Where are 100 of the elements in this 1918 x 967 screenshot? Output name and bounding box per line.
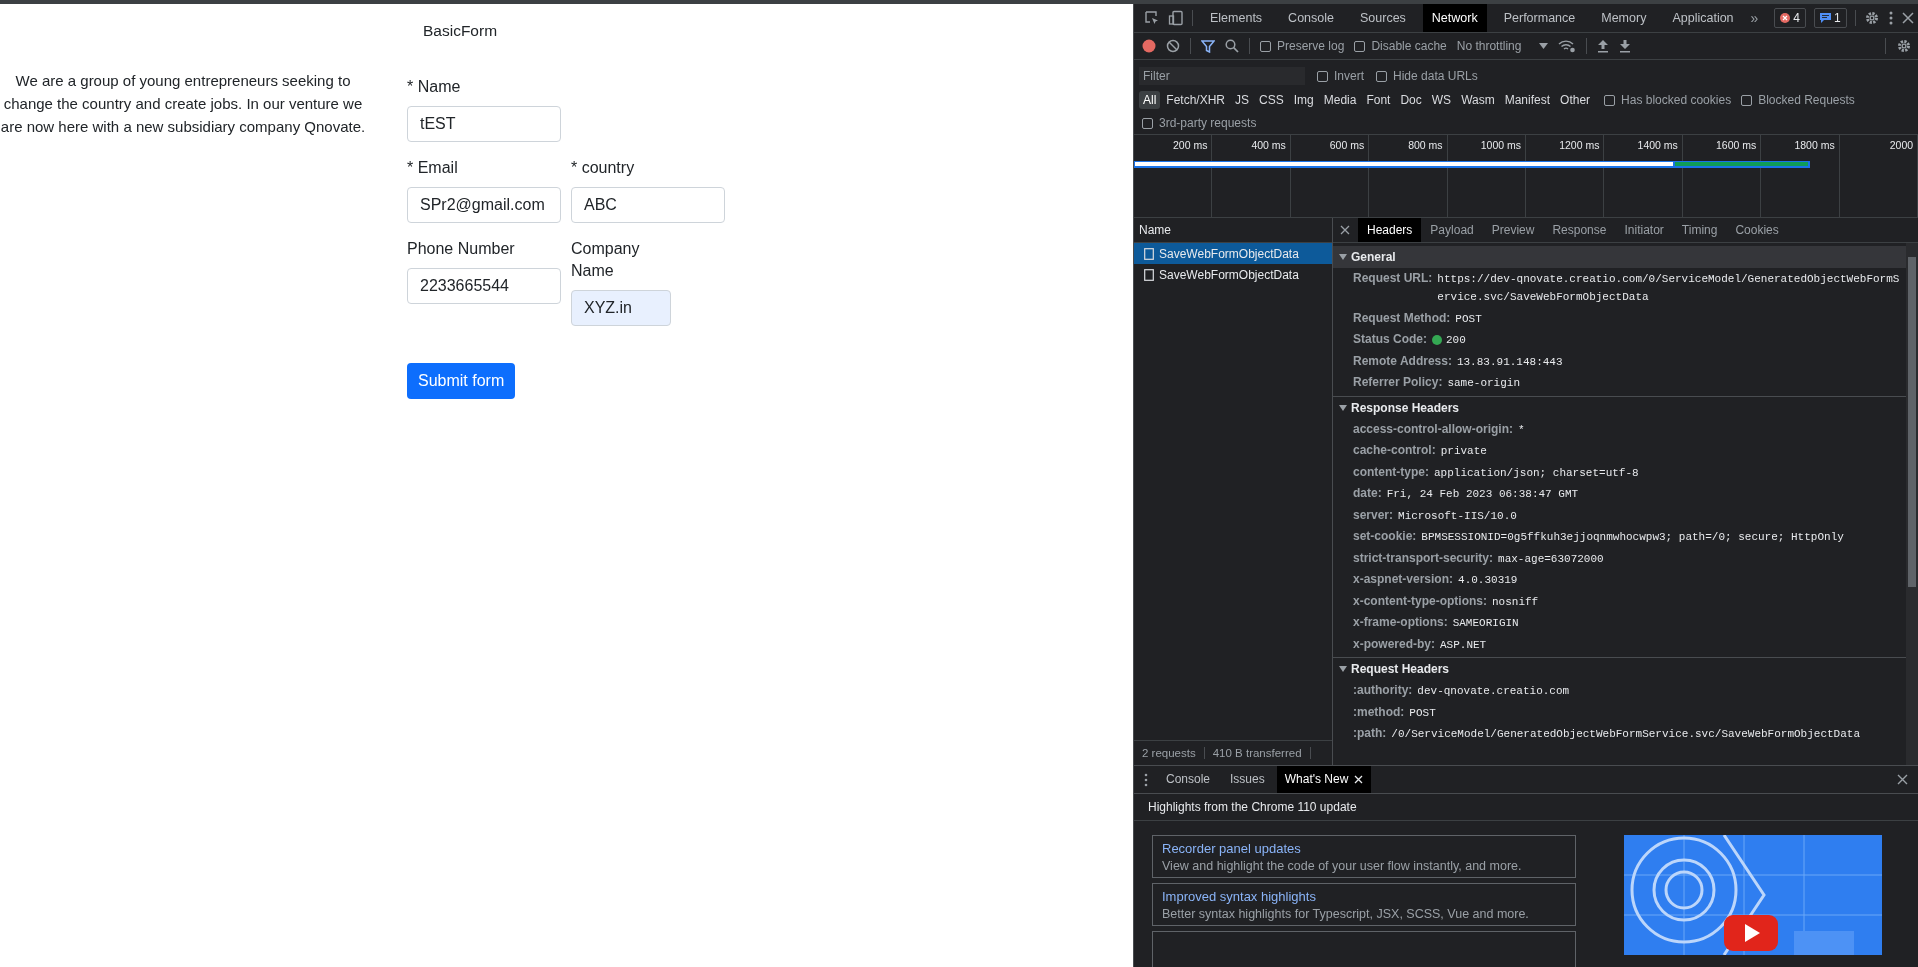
type-filter-button[interactable]: Img bbox=[1289, 91, 1318, 109]
header-name: Referrer Policy: bbox=[1353, 374, 1443, 391]
card-title[interactable]: Recorder panel updates bbox=[1162, 841, 1301, 856]
checkbox-option[interactable]: 3rd-party requests bbox=[1142, 116, 1257, 130]
type-filter-button[interactable]: Fetch/XHR bbox=[1162, 91, 1230, 109]
close-icon[interactable] bbox=[1897, 774, 1908, 785]
panel-tab[interactable]: Memory bbox=[1592, 4, 1656, 32]
header-value: dev-qnovate.creatio.com bbox=[1417, 684, 1570, 699]
message-badge[interactable]: 1 bbox=[1814, 8, 1847, 28]
drawer-tab[interactable]: Issues bbox=[1222, 766, 1273, 793]
document-icon bbox=[1144, 268, 1154, 281]
feature-card[interactable]: Recorder panel updates View and highlight the code of your user flow instantly, and more. bbox=[1152, 835, 1576, 878]
type-filter-button[interactable]: All bbox=[1139, 91, 1161, 109]
drawer-tab[interactable]: What's New bbox=[1276, 766, 1372, 793]
search-icon[interactable] bbox=[1225, 39, 1239, 53]
filter-field[interactable]: Filter bbox=[1139, 67, 1305, 85]
detail-tab[interactable]: Cookies bbox=[1726, 218, 1788, 242]
type-filter-button[interactable]: Media bbox=[1319, 91, 1361, 109]
submit-button[interactable]: Submit form bbox=[407, 363, 516, 399]
checkbox-option[interactable]: Blocked Requests bbox=[1741, 93, 1855, 107]
section-header[interactable]: General bbox=[1333, 246, 1906, 268]
detail-tab[interactable]: Timing bbox=[1672, 218, 1727, 242]
close-icon[interactable] bbox=[1901, 12, 1914, 24]
inspect-icon[interactable] bbox=[1144, 10, 1160, 26]
input-field[interactable]: tEST bbox=[407, 106, 561, 142]
input-field[interactable]: SPr2@gmail.com bbox=[407, 187, 561, 223]
input-field[interactable]: XYZ.in bbox=[571, 290, 671, 326]
detail-tab[interactable]: Initiator bbox=[1615, 218, 1673, 242]
request-row[interactable]: SaveWebFormObjectData bbox=[1134, 243, 1332, 264]
header-value: /0/ServiceModel/GeneratedObjectWebFormService.svc/SaveWebFormObjectData bbox=[1391, 727, 1860, 742]
checkbox-option[interactable]: Invert bbox=[1317, 69, 1364, 83]
input-field[interactable]: 2233665544 bbox=[407, 268, 561, 304]
panel-tab[interactable]: Network bbox=[1422, 4, 1487, 32]
close-icon[interactable] bbox=[1340, 225, 1350, 235]
header-name: x-frame-options: bbox=[1353, 614, 1448, 631]
timeline-tick-label: 1800 ms bbox=[1794, 139, 1835, 151]
type-filter-button[interactable]: WS bbox=[1427, 91, 1456, 109]
input-field[interactable]: ABC bbox=[571, 187, 725, 223]
header-name: :path: bbox=[1353, 725, 1387, 742]
scrollbar[interactable] bbox=[1906, 243, 1918, 765]
type-filter-button[interactable]: Font bbox=[1362, 91, 1395, 109]
timeline-tick-label: 1200 ms bbox=[1559, 139, 1600, 151]
header-value: * bbox=[1518, 422, 1525, 438]
type-filter-button[interactable]: JS bbox=[1231, 91, 1254, 109]
kebab-menu-icon[interactable] bbox=[1144, 772, 1148, 787]
header-value: BPMSESSIONID=0g5ffkuh3ejjoqnmwhocwpw3; path=/0; secure; HttpOnly bbox=[1421, 530, 1844, 545]
timeline-tick-label: 200 ms bbox=[1172, 139, 1208, 151]
field-label: Phone Number bbox=[407, 239, 516, 259]
filter-icon[interactable] bbox=[1201, 39, 1215, 53]
detail-tab[interactable]: Payload bbox=[1421, 218, 1483, 242]
detail-tab[interactable]: Response bbox=[1543, 218, 1616, 242]
more-tabs[interactable]: » bbox=[1750, 10, 1759, 26]
panel-tab[interactable]: Elements bbox=[1201, 4, 1272, 32]
settings-icon[interactable] bbox=[1863, 10, 1880, 26]
checkbox-option[interactable]: Preserve log bbox=[1260, 39, 1345, 53]
header-value: 4.0.30319 bbox=[1458, 573, 1518, 588]
header-value: same-origin bbox=[1447, 376, 1520, 391]
caret-icon[interactable] bbox=[1339, 253, 1347, 261]
panel-tab[interactable]: Application bbox=[1663, 4, 1743, 32]
throttling-dropdown[interactable]: No throttling bbox=[1456, 39, 1549, 53]
panel-tab[interactable]: Sources bbox=[1351, 4, 1415, 32]
type-filter-button[interactable]: Other bbox=[1556, 91, 1595, 109]
record-icon[interactable] bbox=[1142, 39, 1156, 53]
upload-icon[interactable] bbox=[1597, 39, 1610, 53]
header-value: max-age=63072000 bbox=[1498, 551, 1604, 567]
checkbox-option[interactable]: Has blocked cookies bbox=[1604, 93, 1732, 107]
caret-icon[interactable] bbox=[1339, 665, 1347, 673]
detail-tab[interactable]: Headers bbox=[1358, 218, 1422, 242]
field-label: * Name bbox=[407, 77, 462, 97]
caret-icon[interactable] bbox=[1539, 43, 1549, 49]
card-title[interactable]: Improved syntax highlights bbox=[1162, 889, 1316, 904]
section-header[interactable]: Response Headers bbox=[1333, 395, 1906, 419]
header-value: POST bbox=[1409, 705, 1436, 721]
device-icon[interactable] bbox=[1168, 10, 1184, 26]
type-filter-button[interactable]: Manifest bbox=[1500, 91, 1555, 109]
header-name: server: bbox=[1353, 506, 1394, 524]
card-text: View and highlight the code of your user flow instantly, and more. bbox=[1162, 859, 1523, 873]
panel-tab[interactable]: Performance bbox=[1494, 4, 1585, 32]
network-conditions-icon[interactable] bbox=[1558, 39, 1577, 53]
drawer-tab[interactable]: Console bbox=[1158, 766, 1219, 793]
type-filter-button[interactable]: Wasm bbox=[1457, 91, 1499, 109]
section-header[interactable]: Request Headers bbox=[1333, 657, 1906, 680]
kebab-menu-icon[interactable] bbox=[1887, 10, 1894, 26]
clear-icon[interactable] bbox=[1166, 39, 1180, 53]
feature-card[interactable]: Improved syntax highlights Better syntax highlights for Typescript, JSX, SCSS, Vue and more. bbox=[1152, 883, 1576, 926]
error-badge[interactable]: 4 bbox=[1774, 8, 1807, 28]
caret-icon[interactable] bbox=[1339, 403, 1347, 412]
type-filter-button[interactable]: Doc bbox=[1396, 91, 1426, 109]
panel-tab[interactable]: Console bbox=[1279, 4, 1343, 32]
checkbox-option[interactable]: Hide data URLs bbox=[1376, 69, 1478, 83]
header-name: Request URL: bbox=[1353, 270, 1433, 287]
request-row[interactable]: SaveWebFormObjectData bbox=[1134, 264, 1332, 285]
header-value: private bbox=[1440, 444, 1487, 459]
timeline-tick-label: 1600 ms bbox=[1715, 139, 1757, 151]
detail-tab[interactable]: Preview bbox=[1482, 218, 1544, 242]
download-icon[interactable] bbox=[1619, 39, 1632, 53]
settings-icon[interactable] bbox=[1896, 38, 1912, 54]
header-name: strict-transport-security: bbox=[1353, 549, 1494, 567]
type-filter-button[interactable]: CSS bbox=[1255, 91, 1288, 109]
checkbox-option[interactable]: Disable cache bbox=[1354, 39, 1447, 53]
